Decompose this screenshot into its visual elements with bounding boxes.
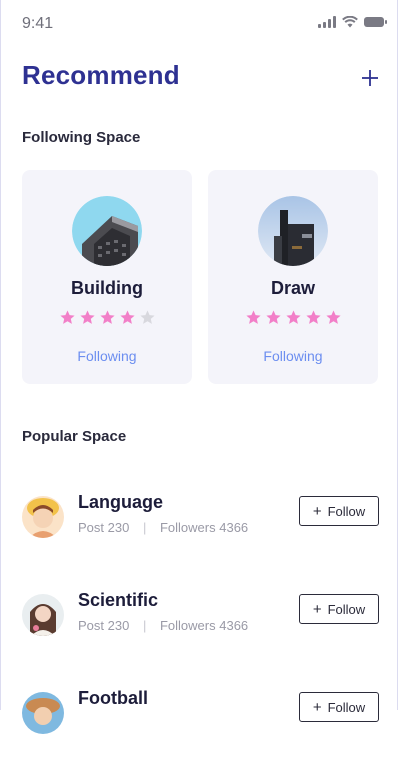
avatar	[22, 594, 64, 636]
followers-label: Followers	[159, 520, 216, 535]
plus-icon: +	[312, 600, 322, 618]
battery-icon	[364, 17, 387, 27]
star-filled-icon	[265, 310, 281, 324]
star-filled-icon	[305, 310, 321, 324]
star-filled-icon	[325, 310, 341, 324]
cellular-signal-icon	[318, 16, 336, 28]
star-empty-icon	[139, 310, 155, 324]
stats-divider: |	[142, 520, 147, 535]
follow-button[interactable]: + Follow	[299, 594, 379, 624]
following-button[interactable]: Following	[22, 348, 192, 364]
space-stats: Post 230 | Followers 4366	[78, 618, 248, 633]
rating-stars	[22, 309, 192, 326]
card-avatar	[72, 196, 142, 266]
space-stats: Post 230 | Followers 4366	[78, 520, 248, 535]
followers-count: 4366	[219, 520, 249, 535]
following-section-title: Following Space	[22, 129, 141, 146]
follow-label: Follow	[327, 503, 366, 519]
post-count: 230	[107, 520, 130, 535]
space-name: Football	[78, 688, 148, 708]
list-item-language[interactable]: Language Post 230 | Followers 4366 + Fol…	[0, 492, 400, 576]
card-name: Building	[71, 278, 143, 298]
popular-section-title: Popular Space	[22, 428, 127, 445]
page-title: Recommend	[22, 60, 180, 90]
post-label: Post	[78, 520, 105, 535]
plus-icon: +	[312, 502, 322, 520]
followers-count: 4366	[219, 618, 249, 633]
star-filled-icon	[119, 310, 135, 324]
follow-button[interactable]: + Follow	[299, 692, 379, 722]
followers-label: Followers	[159, 618, 216, 633]
avatar	[22, 692, 64, 734]
star-filled-icon	[245, 310, 261, 324]
star-filled-icon	[59, 310, 75, 324]
space-name: Scientific	[78, 590, 159, 610]
post-label: Post	[78, 618, 105, 633]
card-avatar	[258, 196, 328, 266]
star-filled-icon	[99, 310, 115, 324]
status-bar: 9:41	[0, 0, 400, 48]
star-filled-icon	[285, 310, 301, 324]
list-item-football[interactable]: Football + Follow	[0, 688, 400, 772]
following-card-draw[interactable]: Draw Following	[208, 170, 378, 384]
follow-button[interactable]: + Follow	[299, 496, 379, 526]
status-time: 9:41	[22, 15, 54, 32]
status-icons	[318, 16, 387, 28]
star-filled-icon	[79, 310, 95, 324]
follow-label: Follow	[327, 699, 366, 715]
avatar	[22, 496, 64, 538]
post-count: 230	[107, 618, 130, 633]
wifi-icon	[342, 16, 358, 28]
plus-icon	[362, 70, 378, 86]
rating-stars	[208, 309, 378, 326]
follow-label: Follow	[327, 601, 366, 617]
list-item-scientific[interactable]: Scientific Post 230 | Followers 4366 + F…	[0, 590, 400, 674]
stats-divider: |	[142, 618, 147, 633]
following-card-building[interactable]: Building Following	[22, 170, 192, 384]
plus-icon: +	[312, 698, 322, 716]
add-button[interactable]	[358, 66, 382, 90]
card-name: Draw	[270, 278, 315, 298]
space-name: Language	[78, 492, 164, 512]
following-button[interactable]: Following	[208, 348, 378, 364]
